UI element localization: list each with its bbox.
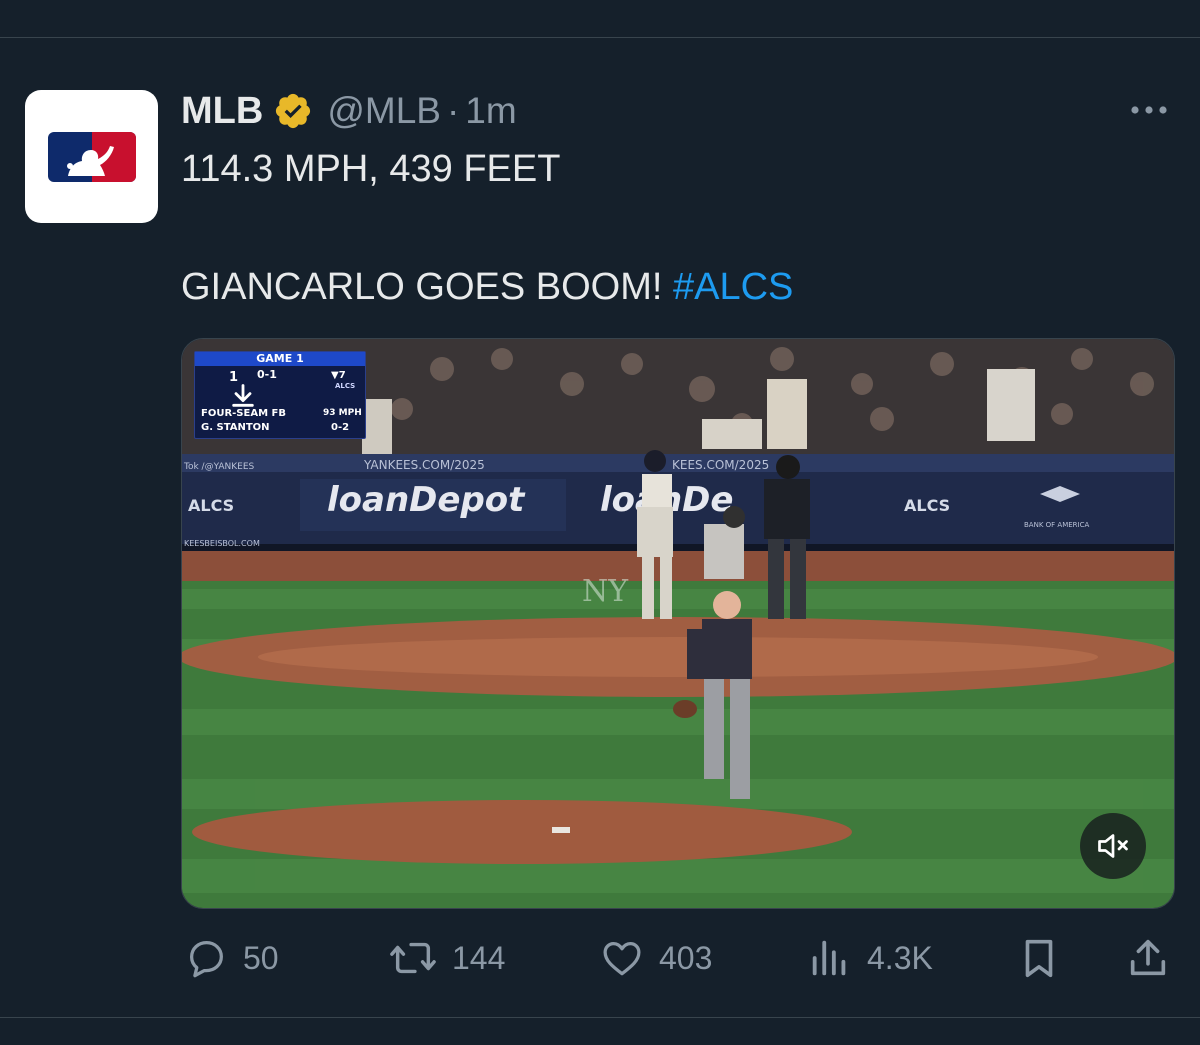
repost-icon	[390, 942, 436, 974]
svg-text:KEESBEISBOL.COM: KEESBEISBOL.COM	[184, 539, 260, 548]
reply-icon	[189, 941, 223, 978]
hashtag-link[interactable]: #ALCS	[673, 266, 793, 308]
scorebug-batter: G. STANTON	[201, 422, 270, 433]
views-count: 4.3K	[867, 939, 933, 976]
tweet-text-line1: 114.3 MPH, 439 FEET	[181, 148, 561, 190]
scorebug-record: 0-2	[331, 422, 350, 433]
top-divider	[0, 37, 1200, 38]
mlb-logo	[47, 131, 136, 182]
bookmark-button[interactable]	[1016, 930, 1062, 986]
mute-icon	[1098, 834, 1128, 858]
bookmark-icon	[1025, 939, 1053, 978]
svg-text:YANKEES.COM/2025: YANKEES.COM/2025	[363, 458, 485, 472]
svg-text:loanDepot: loanDepot	[327, 480, 526, 520]
share-icon	[1130, 939, 1166, 976]
scorebug-speed: 93 MPH	[323, 408, 362, 418]
svg-text:ALCS: ALCS	[904, 496, 950, 515]
author-handle[interactable]: @MLB	[327, 90, 441, 132]
scorebug-inning: ▼7	[331, 370, 346, 381]
svg-text:NY: NY	[582, 574, 629, 609]
separator-dot: ·	[446, 90, 460, 131]
repost-count: 144	[452, 939, 506, 976]
svg-text:Tok /@YANKEES: Tok /@YANKEES	[183, 462, 255, 472]
svg-text:KEES.COM/2025: KEES.COM/2025	[672, 458, 769, 472]
scorebug-series: ALCS	[335, 382, 356, 390]
tweet-header: MLB @MLB · 1m	[181, 86, 517, 136]
reply-count: 50	[243, 939, 279, 976]
video-player[interactable]: loanDepot YANKEES.COM/2025 KEES.COM/2025…	[181, 338, 1175, 909]
like-button[interactable]: 403	[599, 930, 712, 986]
more-button[interactable]	[1126, 96, 1172, 124]
svg-text:BANK OF AMERICA: BANK OF AMERICA	[1024, 521, 1089, 529]
views-icon	[812, 940, 846, 976]
tweet-actions: 50 144 403 4.3K	[181, 930, 1173, 986]
scorebug: GAME 1 1 0-1 ▼7 ALCS FOUR-SEAM FB G. STA…	[194, 351, 366, 439]
tweet-text-line2: GIANCARLO GOES BOOM! #ALCS	[181, 266, 793, 309]
reply-button[interactable]: 50	[183, 930, 279, 986]
author-name[interactable]: MLB	[181, 90, 263, 133]
heart-icon	[603, 941, 641, 976]
more-icon	[1131, 106, 1167, 114]
repost-button[interactable]: 144	[388, 930, 505, 986]
verified-badge-icon[interactable]	[273, 91, 313, 131]
views-button[interactable]: 4.3K	[807, 930, 933, 986]
mute-button[interactable]	[1080, 813, 1146, 879]
share-button[interactable]	[1125, 930, 1171, 986]
timestamp[interactable]: 1m	[465, 90, 516, 132]
scorebug-count: 0-1	[257, 368, 277, 381]
avatar[interactable]	[25, 90, 158, 223]
like-count: 403	[659, 939, 713, 976]
svg-text:ALCS: ALCS	[188, 496, 234, 515]
tweet-text-main: GIANCARLO GOES BOOM!	[181, 266, 663, 308]
bottom-divider	[0, 1017, 1200, 1018]
download-icon[interactable]	[229, 382, 257, 410]
scorebug-game: GAME 1	[195, 352, 365, 366]
